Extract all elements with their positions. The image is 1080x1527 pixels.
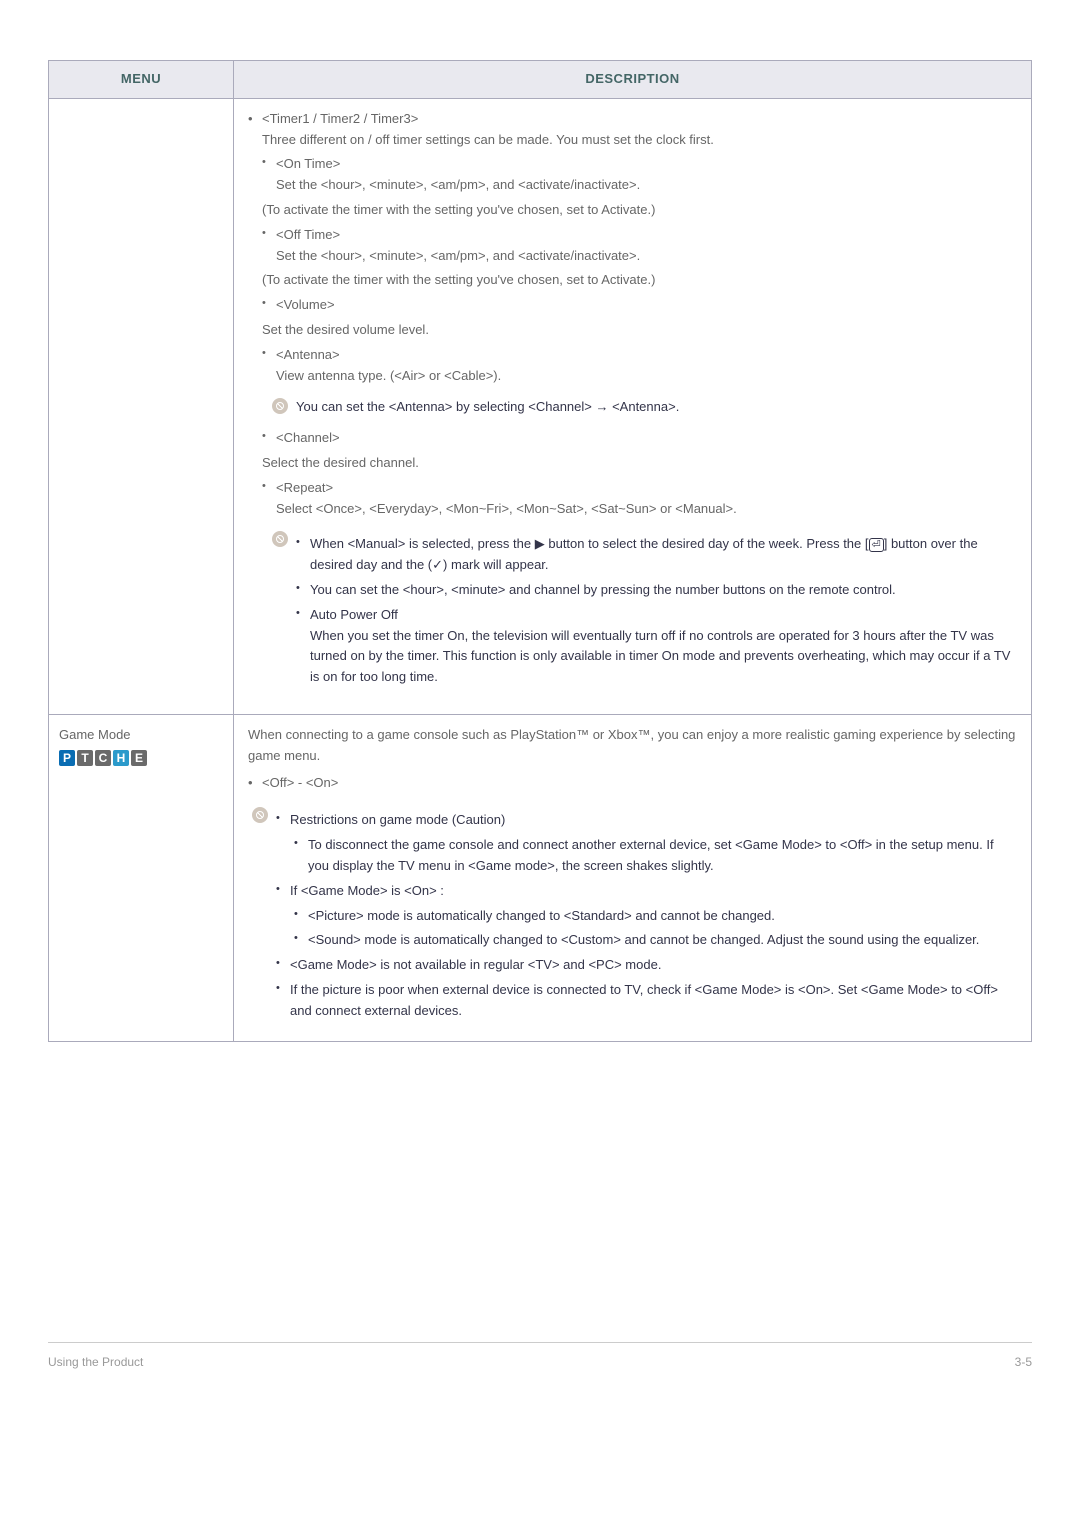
channel-item: <Channel>	[262, 428, 1017, 449]
desc-cell-game-mode: When connecting to a game console such a…	[234, 714, 1032, 1042]
menu-cell-timer	[49, 98, 234, 714]
off-time-label: <Off Time>	[276, 227, 340, 242]
table-row: <Timer1 / Timer2 / Timer3> Three differe…	[49, 98, 1032, 714]
restriction-1: To disconnect the game console and conne…	[294, 835, 1017, 877]
badge-c: C	[95, 750, 111, 766]
footer-left: Using the Product	[48, 1353, 143, 1372]
footer-right: 3-5	[1015, 1353, 1032, 1372]
off-time-set: Set the <hour>, <minute>, <am/pm>, and <…	[276, 248, 640, 263]
badge-h: H	[113, 750, 129, 766]
not-available: <Game Mode> is not available in regular …	[276, 955, 1017, 976]
auto-off-label: Auto Power Off	[310, 607, 398, 622]
repeat-item: <Repeat> Select <Once>, <Everyday>, <Mon…	[262, 478, 1017, 520]
man-text-b: button to select the desired day of the …	[548, 536, 868, 551]
sound-restriction: <Sound> mode is automatically changed to…	[294, 930, 1017, 951]
on-time-activate: (To activate the timer with the setting …	[262, 202, 655, 217]
volume-set: Set the desired volume level.	[262, 322, 429, 337]
table-row: Game Mode P T C H E When connecting to a…	[49, 714, 1032, 1042]
badge-row: P T C H E	[59, 750, 223, 766]
menu-description-table: MENU DESCRIPTION <Timer1 / Timer2 / Time…	[48, 60, 1032, 1042]
picture-restriction: <Picture> mode is automatically changed …	[294, 906, 1017, 927]
off-time-item: <Off Time> Set the <hour>, <minute>, <am…	[262, 225, 1017, 267]
header-menu: MENU	[49, 61, 234, 99]
on-time-set: Set the <hour>, <minute>, <am/pm>, and <…	[276, 177, 640, 192]
timer-block: <Timer1 / Timer2 / Timer3> Three differe…	[248, 109, 1017, 698]
note-icon	[272, 531, 288, 547]
header-description: DESCRIPTION	[234, 61, 1032, 99]
note-manual: When <Manual> is selected, press the ▶ b…	[268, 523, 1017, 698]
menu-cell-game-mode: Game Mode P T C H E	[49, 714, 234, 1042]
auto-off-desc: When you set the timer On, the televisio…	[310, 628, 1010, 685]
antenna-view: View antenna type. (<Air> or <Cable>).	[276, 368, 501, 383]
off-time-activate: (To activate the timer with the setting …	[262, 272, 655, 287]
badge-e: E	[131, 750, 147, 766]
note-antenna-text: You can set the <Antenna> by selecting <…	[296, 399, 679, 414]
man-text-a: When <Manual> is selected, press the	[310, 536, 535, 551]
restrictions-header: Restrictions on game mode (Caution)	[276, 810, 1017, 831]
antenna-label: <Antenna>	[276, 347, 340, 362]
auto-power-off: Auto Power Off When you set the timer On…	[296, 605, 1017, 688]
poor-picture: If the picture is poor when external dev…	[276, 980, 1017, 1022]
if-game-on: If <Game Mode> is <On> :	[276, 881, 1017, 902]
repeat-label: <Repeat>	[276, 480, 333, 495]
note-icon	[272, 398, 288, 414]
timer-title: <Timer1 / Timer2 / Timer3>	[262, 111, 418, 126]
badge-p: P	[59, 750, 75, 766]
page-footer: Using the Product 3-5	[48, 1342, 1032, 1372]
timer-intro: Three different on / off timer settings …	[262, 132, 714, 147]
on-time-label: <On Time>	[276, 156, 340, 171]
note-game: Restrictions on game mode (Caution) To d…	[248, 799, 1017, 1031]
manual-note-1: When <Manual> is selected, press the ▶ b…	[296, 534, 1017, 576]
desc-cell-timer: <Timer1 / Timer2 / Timer3> Three differe…	[234, 98, 1032, 714]
volume-item: <Volume>	[262, 295, 1017, 316]
badge-t: T	[77, 750, 93, 766]
game-intro: When connecting to a game console such a…	[248, 727, 1015, 763]
right-triangle-icon: ▶	[535, 534, 545, 555]
enter-icon: ⏎	[869, 538, 884, 552]
man-text-d: ) mark will appear.	[443, 557, 548, 572]
channel-select: Select the desired channel.	[262, 455, 419, 470]
manual-note-2: You can set the <hour>, <minute> and cha…	[296, 580, 1017, 601]
repeat-select: Select <Once>, <Everyday>, <Mon~Fri>, <M…	[276, 501, 737, 516]
check-icon: ✓	[432, 555, 443, 576]
note-antenna: You can set the <Antenna> by selecting <…	[268, 390, 1017, 424]
antenna-item: <Antenna> View antenna type. (<Air> or <…	[262, 345, 1017, 387]
note-icon	[252, 807, 268, 823]
on-time-item: <On Time> Set the <hour>, <minute>, <am/…	[262, 154, 1017, 196]
offon-item: <Off> - <On>	[248, 773, 1017, 794]
game-mode-label: Game Mode	[59, 727, 131, 742]
